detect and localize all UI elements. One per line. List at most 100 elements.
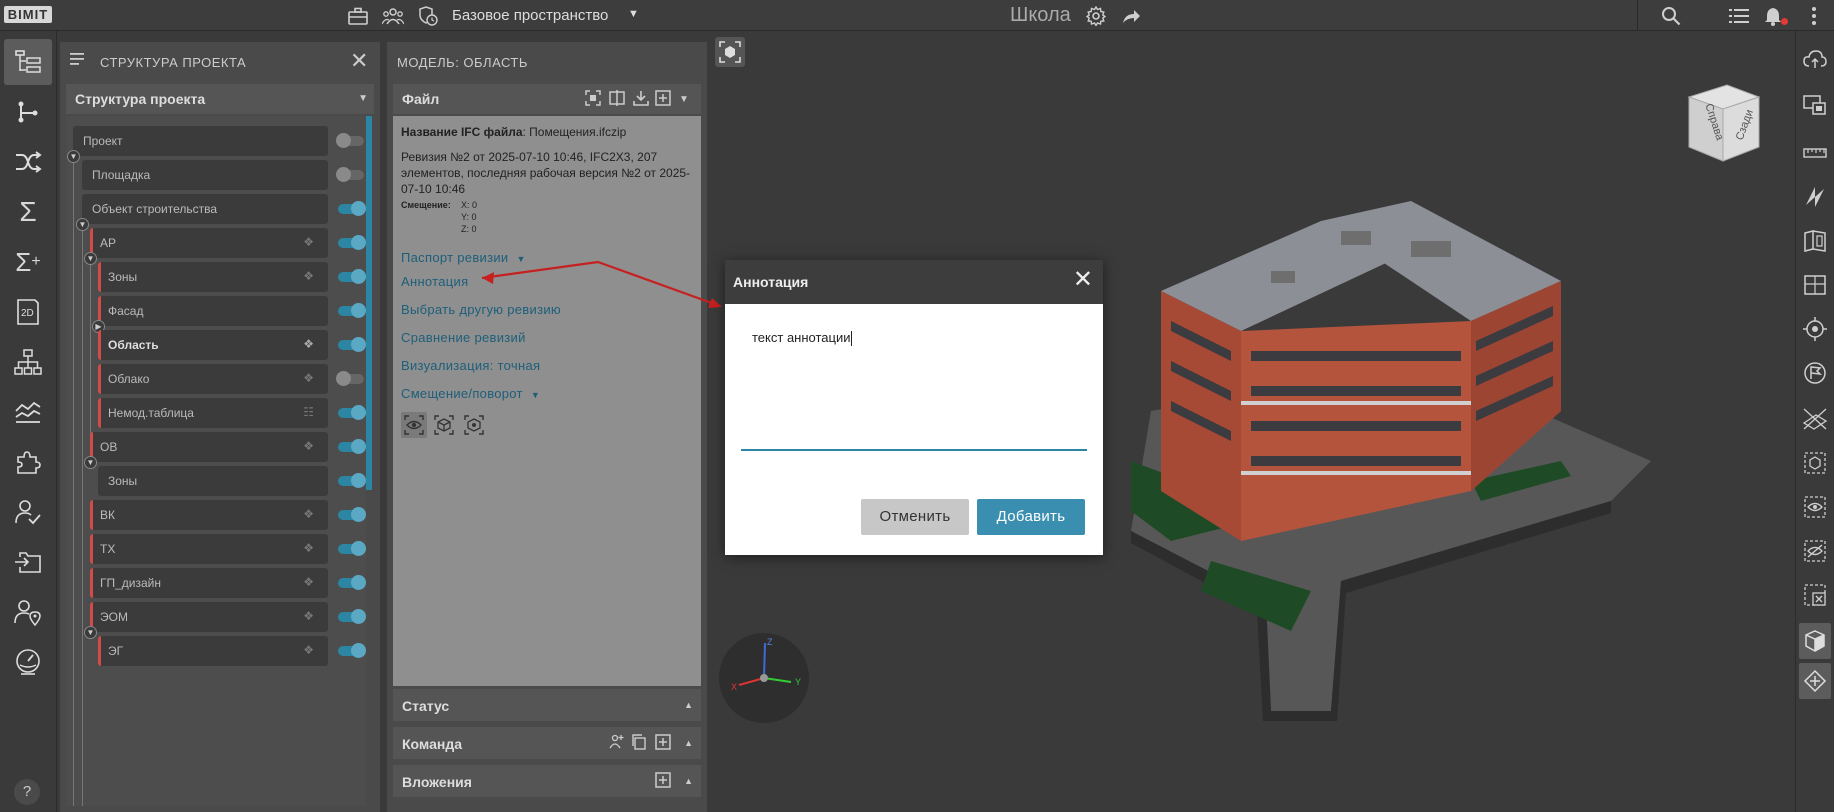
tree-node[interactable]: Облако ❖ bbox=[98, 364, 328, 394]
visibility-toggle[interactable] bbox=[338, 473, 366, 488]
visibility-toggle[interactable] bbox=[336, 167, 364, 182]
visibility-toggle[interactable] bbox=[338, 439, 366, 454]
collapse-icon[interactable]: ▼ bbox=[84, 626, 97, 639]
visibility-toggle[interactable] bbox=[338, 337, 366, 352]
flag-icon[interactable] bbox=[1799, 355, 1831, 391]
chevron-down-icon[interactable]: ▼ bbox=[516, 254, 525, 264]
puzzle-icon[interactable] bbox=[4, 439, 52, 485]
search-icon[interactable] bbox=[1659, 4, 1683, 28]
cloud-upload-icon[interactable] bbox=[1799, 41, 1831, 77]
focus-icon[interactable] bbox=[585, 90, 601, 110]
visibility-toggle[interactable] bbox=[338, 269, 366, 284]
tree-node[interactable]: Фасад bbox=[98, 296, 328, 326]
grid-icon[interactable] bbox=[1799, 267, 1831, 303]
move-icon[interactable] bbox=[1799, 663, 1831, 699]
chevron-down-icon[interactable]: ▼ bbox=[358, 93, 368, 104]
visibility-toggle[interactable] bbox=[338, 575, 366, 590]
visibility-toggle[interactable] bbox=[336, 133, 364, 148]
chevron-down-icon[interactable]: ▼ bbox=[628, 8, 639, 20]
visibility-toggle[interactable] bbox=[336, 371, 364, 386]
cube-icon[interactable] bbox=[1799, 623, 1831, 659]
tree-node[interactable]: Проект bbox=[73, 126, 328, 156]
tree-node[interactable]: ЭОМ ❖ bbox=[90, 602, 328, 632]
file-section-header[interactable]: Файл ▼ bbox=[393, 84, 701, 114]
add-button[interactable]: Добавить bbox=[977, 499, 1085, 535]
visibility-toggle[interactable] bbox=[338, 507, 366, 522]
team-icon[interactable] bbox=[381, 4, 405, 28]
tree-node[interactable]: ОВ ❖ bbox=[90, 432, 328, 462]
section-icon[interactable] bbox=[1799, 179, 1831, 215]
tree-node[interactable]: ЭГ ❖ bbox=[98, 636, 328, 666]
tree-node[interactable]: Площадка bbox=[82, 160, 328, 190]
tree-node[interactable]: ТХ ❖ bbox=[90, 534, 328, 564]
eye-hide-icon[interactable] bbox=[1799, 533, 1831, 569]
tree-node[interactable]: ГП_дизайн ❖ bbox=[90, 568, 328, 598]
book-icon[interactable] bbox=[1799, 223, 1831, 259]
tree-node[interactable]: Объект строительства bbox=[82, 194, 328, 224]
chevron-up-icon[interactable]: ▲ bbox=[684, 776, 693, 786]
chevron-up-icon[interactable]: ▲ bbox=[684, 700, 693, 710]
compare-revisions-link[interactable]: Сравнение ревизий bbox=[401, 330, 526, 345]
tree-scrollbar[interactable] bbox=[366, 116, 372, 490]
branch-icon[interactable] bbox=[4, 89, 52, 135]
user-check-icon[interactable] bbox=[4, 489, 52, 535]
cross-plane-icon[interactable] bbox=[1799, 401, 1831, 437]
visibility-toggle[interactable] bbox=[338, 405, 366, 420]
tree-node[interactable]: Зоны ❖ bbox=[98, 262, 328, 292]
tree-node[interactable]: Немод.таблица ☷ bbox=[98, 398, 328, 428]
sigma-plus-icon[interactable]: Σ + bbox=[4, 239, 52, 285]
tree-node[interactable]: ВК ❖ bbox=[90, 500, 328, 530]
tree-node[interactable]: Зоны bbox=[98, 466, 328, 496]
visibility-toggle[interactable] bbox=[338, 541, 366, 556]
isolate-model-button[interactable] bbox=[431, 412, 457, 438]
close-icon[interactable]: ✕ bbox=[350, 48, 368, 74]
shield-clock-icon[interactable] bbox=[416, 4, 440, 28]
box-close-icon[interactable] bbox=[1799, 577, 1831, 613]
chevron-up-icon[interactable]: ▲ bbox=[684, 738, 693, 748]
gauge-icon[interactable] bbox=[4, 639, 52, 685]
screen-select-icon[interactable] bbox=[1799, 87, 1831, 123]
building-model[interactable] bbox=[1091, 161, 1691, 721]
copy-icon[interactable] bbox=[631, 734, 647, 754]
annotation-link[interactable]: Аннотация bbox=[401, 274, 468, 289]
space-select[interactable]: Базовое пространство bbox=[452, 7, 608, 24]
team-add-icon[interactable] bbox=[607, 734, 625, 754]
bell-icon[interactable] bbox=[1761, 4, 1785, 28]
2d-icon[interactable]: 2D bbox=[4, 289, 52, 335]
split-view-icon[interactable] bbox=[609, 90, 625, 110]
show-model-button[interactable] bbox=[401, 412, 427, 438]
project-structure-icon[interactable] bbox=[4, 39, 52, 85]
user-location-icon[interactable] bbox=[4, 589, 52, 635]
fit-model-button[interactable] bbox=[461, 412, 487, 438]
collapse-icon[interactable]: ▼ bbox=[76, 218, 89, 231]
box-select-icon[interactable] bbox=[1799, 445, 1831, 481]
collapse-icon[interactable]: ▼ bbox=[84, 456, 97, 469]
briefcase-icon[interactable] bbox=[346, 4, 370, 28]
add-icon[interactable] bbox=[655, 90, 671, 110]
chevron-down-icon[interactable]: ▼ bbox=[679, 94, 689, 105]
share-icon[interactable] bbox=[1119, 4, 1143, 28]
visualization-link[interactable]: Визуализация: точная bbox=[401, 358, 540, 373]
tree-node[interactable]: Область ❖ bbox=[98, 330, 328, 360]
visibility-toggle[interactable] bbox=[338, 201, 366, 216]
ruler-icon[interactable] bbox=[1799, 135, 1831, 171]
collapse-icon[interactable]: ▼ bbox=[84, 252, 97, 265]
passport-link[interactable]: Паспорт ревизии ▼ bbox=[401, 250, 526, 265]
structure-section-header[interactable]: Структура проекта ▼ bbox=[66, 84, 374, 114]
target-icon[interactable] bbox=[1799, 311, 1831, 347]
visibility-toggle[interactable] bbox=[338, 303, 366, 318]
chevron-down-icon[interactable]: ▼ bbox=[531, 390, 540, 400]
annotation-textarea[interactable]: текст аннотации bbox=[752, 330, 853, 347]
visibility-toggle[interactable] bbox=[338, 609, 366, 624]
visibility-toggle[interactable] bbox=[338, 643, 366, 658]
hierarchy-icon[interactable] bbox=[4, 339, 52, 385]
download-icon[interactable] bbox=[633, 90, 649, 110]
more-vertical-icon[interactable] bbox=[1802, 4, 1826, 28]
list-icon[interactable] bbox=[1727, 4, 1751, 28]
collapse-icon[interactable]: ▼ bbox=[67, 150, 80, 163]
gear-icon[interactable] bbox=[1084, 4, 1108, 28]
help-button[interactable]: ? bbox=[14, 779, 40, 805]
status-section[interactable]: Статус ▲ bbox=[393, 689, 701, 721]
sigma-icon[interactable]: Σ bbox=[4, 189, 52, 235]
visibility-toggle[interactable] bbox=[338, 235, 366, 250]
